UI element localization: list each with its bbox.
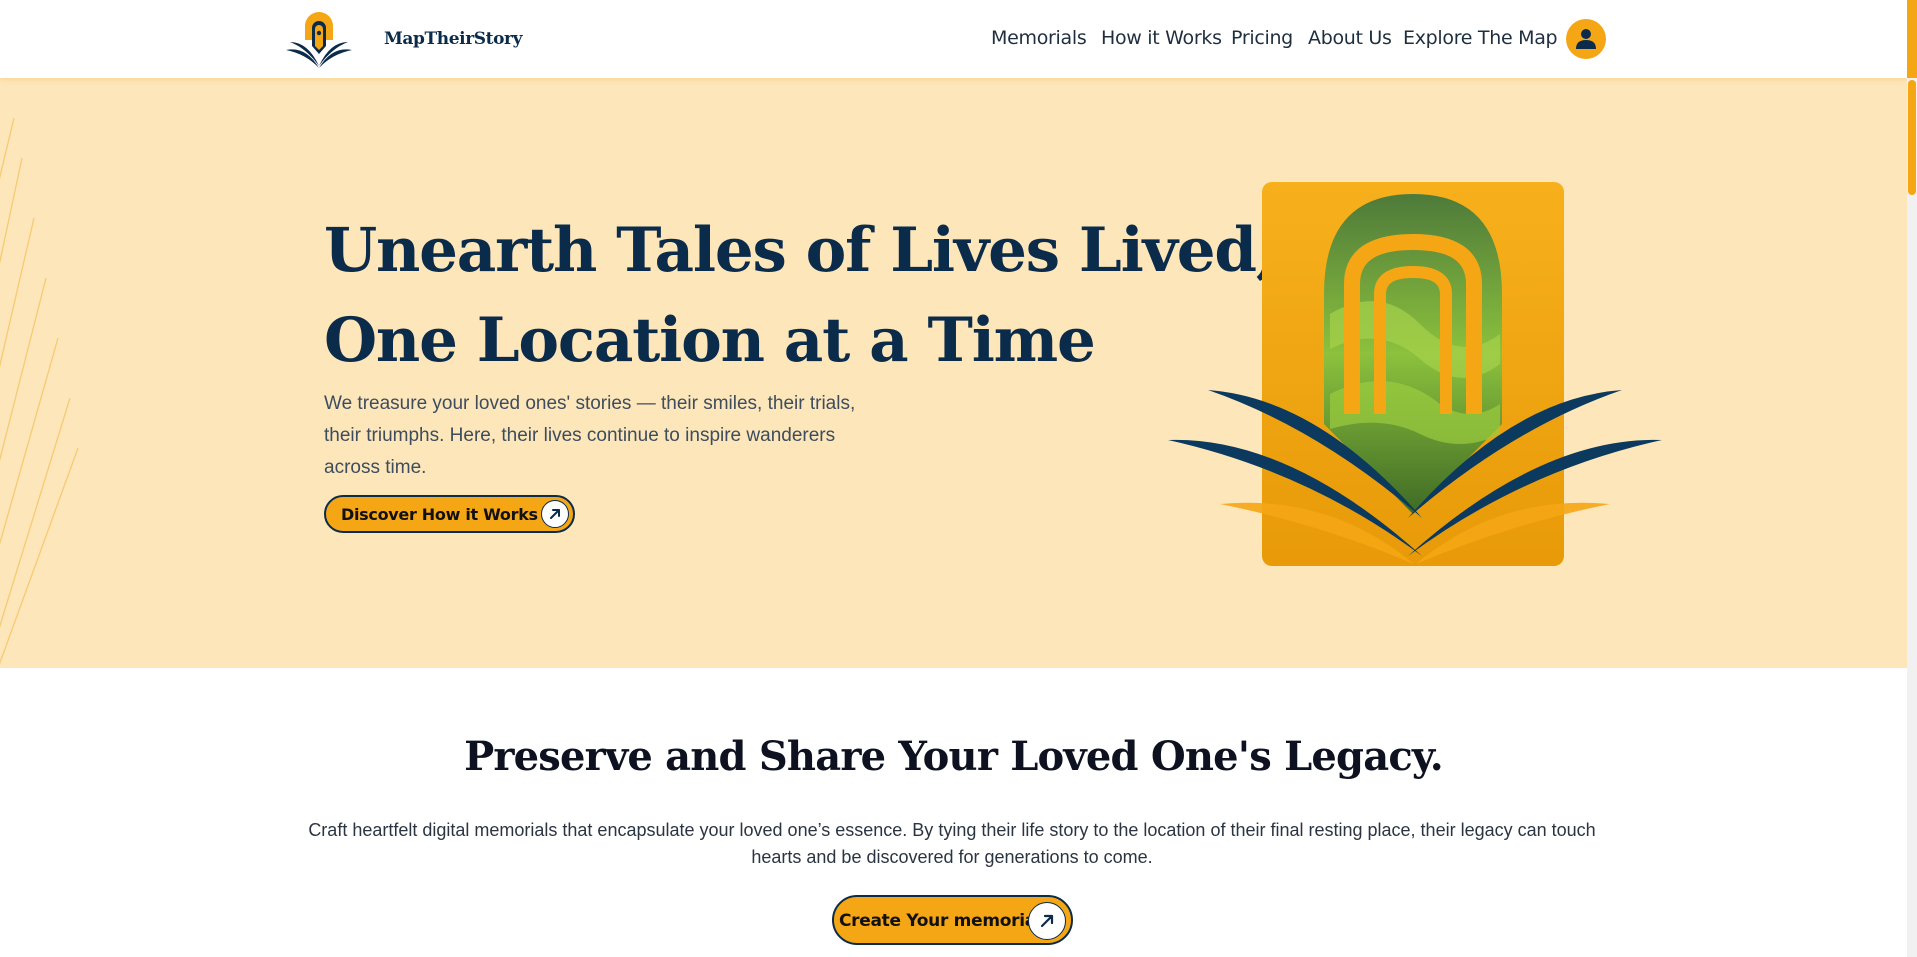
discover-button-label: Discover How it Works	[341, 505, 538, 524]
nav-item-about-us[interactable]: About Us	[1308, 27, 1392, 49]
nav-item-how-it-works[interactable]: How it Works	[1101, 27, 1222, 49]
nav-item-memorials[interactable]: Memorials	[991, 27, 1087, 49]
nav-item-pricing[interactable]: Pricing	[1231, 27, 1293, 49]
user-icon	[1576, 29, 1596, 49]
hero-title-line-2: One Location at a Time	[324, 305, 1096, 376]
discover-how-it-works-button[interactable]: Discover How it Works	[324, 495, 575, 533]
page-scrollbar[interactable]	[1907, 0, 1917, 957]
create-memorial-button-label: Create Your memorial	[839, 911, 1042, 931]
hero-title: Unearth Tales of Lives Lived, One Locati…	[324, 206, 1277, 386]
scrollbar-track-top	[1907, 0, 1917, 78]
hero-title-line-1: Unearth Tales of Lives Lived,	[324, 215, 1277, 286]
create-your-memorial-button[interactable]: Create Your memorial	[832, 895, 1073, 945]
legacy-title: Preserve and Share Your Loved One's Lega…	[464, 733, 1444, 780]
account-button[interactable]	[1566, 19, 1606, 59]
hero-description: We treasure your loved ones' stories — t…	[324, 393, 856, 478]
arrow-up-right-icon	[1028, 902, 1066, 940]
scrollbar-thumb[interactable]	[1908, 80, 1916, 195]
main-nav: Memorials How it Works Pricing About Us …	[0, 0, 1907, 78]
site-header: MapTheirStory Memorials How it Works Pri…	[0, 0, 1907, 78]
hero-section: Unearth Tales of Lives Lived, One Locati…	[0, 78, 1907, 668]
arrow-up-right-icon	[541, 500, 569, 528]
legacy-description: Craft heartfelt digital memorials that e…	[308, 820, 1596, 867]
hero-illustration	[1168, 182, 1662, 566]
nav-item-explore-the-map[interactable]: Explore The Map	[1403, 27, 1558, 49]
decorative-lines	[0, 117, 79, 665]
